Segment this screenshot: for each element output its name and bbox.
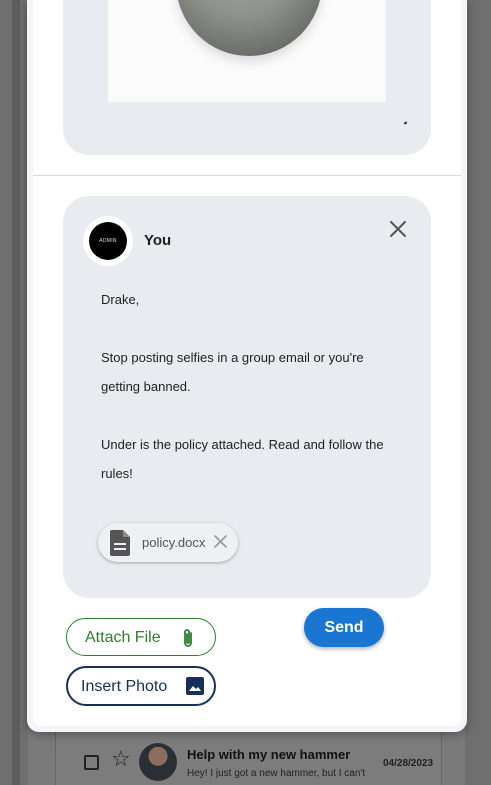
stone-image bbox=[176, 0, 322, 56]
previous-message-bubble bbox=[63, 0, 431, 155]
paperclip-icon bbox=[184, 629, 192, 647]
remove-attachment-icon[interactable] bbox=[214, 535, 227, 548]
sender-avatar bbox=[139, 743, 177, 781]
email-subject: Help with my new hammer bbox=[187, 747, 351, 762]
message-photo bbox=[108, 0, 386, 102]
background-scrollbar bbox=[12, 0, 20, 785]
image-icon bbox=[186, 677, 204, 695]
divider bbox=[33, 175, 461, 176]
attachment-filename: policy.docx bbox=[142, 535, 206, 550]
insert-photo-button[interactable]: Insert Photo bbox=[66, 666, 216, 706]
email-snippet: Hey! I just got a new hammer, but I can'… bbox=[187, 768, 366, 779]
body-line: getting banned. bbox=[101, 379, 191, 394]
sender-name: You bbox=[144, 232, 172, 249]
admin-avatar: ADMIN bbox=[89, 222, 127, 260]
attachment-chip[interactable]: policy.docx bbox=[98, 523, 238, 562]
body-greeting: Drake, bbox=[101, 292, 140, 307]
attach-file-button[interactable]: Attach File bbox=[66, 618, 216, 656]
select-checkbox bbox=[84, 755, 99, 770]
message-body[interactable]: Drake, Stop posting selfies in a group e… bbox=[101, 285, 411, 488]
close-button[interactable] bbox=[385, 216, 411, 242]
avatar: ADMIN bbox=[83, 216, 133, 266]
email-date: 04/28/2023 bbox=[383, 758, 434, 769]
background-right bbox=[465, 0, 491, 785]
email-list-item: ☆ Help with my new hammer Hey! I just go… bbox=[55, 731, 442, 785]
body-line: Under is the policy attached. Read and f… bbox=[101, 437, 384, 452]
body-line: rules! bbox=[101, 466, 133, 481]
insert-photo-label: Insert Photo bbox=[81, 678, 168, 695]
message-mark bbox=[403, 121, 408, 125]
send-button[interactable]: Send bbox=[304, 608, 384, 647]
document-icon bbox=[110, 530, 130, 556]
attach-file-label: Attach File bbox=[85, 629, 161, 646]
body-line: Stop posting selfies in a group email or… bbox=[101, 350, 364, 365]
star-icon: ☆ bbox=[111, 747, 131, 772]
close-icon bbox=[390, 221, 406, 237]
compose-message-bubble: ADMIN You Drake, Stop posting selfies in… bbox=[63, 196, 431, 598]
avatar-text: ADMIN bbox=[99, 238, 117, 244]
